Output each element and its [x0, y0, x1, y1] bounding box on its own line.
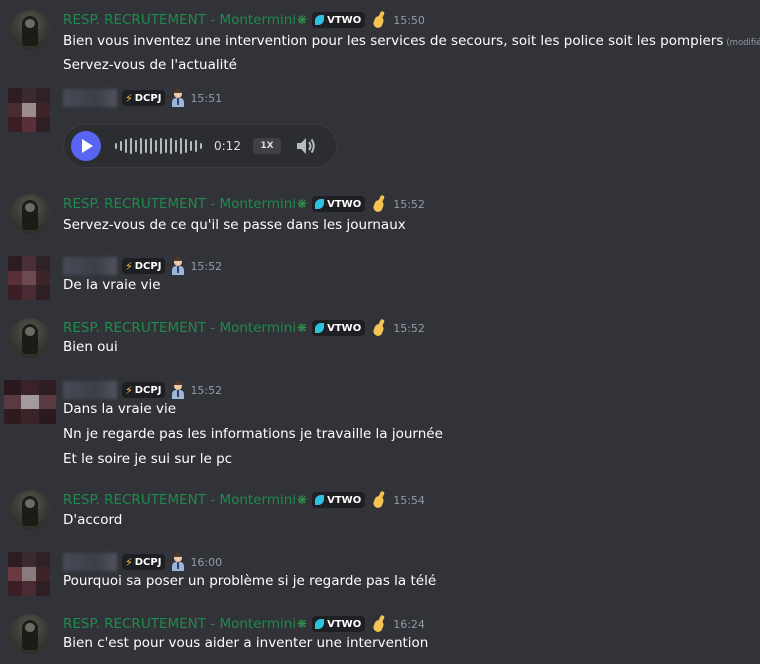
author-name-blurred[interactable] [63, 257, 117, 275]
message-text: Bien c'est pour vous aider a inventer un… [63, 635, 429, 651]
message-header: RESP. RECRUTEMENT - Montermini ❋ VTWO 15… [63, 318, 425, 338]
volume-icon[interactable] [295, 136, 317, 156]
playback-speed-button[interactable]: 1X [252, 138, 281, 154]
avatar[interactable] [8, 88, 50, 132]
vtwo-badge-icon [315, 15, 325, 25]
vtwo-badge-icon [315, 323, 325, 333]
author-name[interactable]: RESP. RECRUTEMENT - Montermini [63, 492, 296, 508]
pinched-hand-emoji-icon [370, 490, 388, 510]
timestamp[interactable]: 15:52 [190, 384, 222, 397]
message-text: Bien oui [63, 339, 118, 355]
businessman-emoji-icon [171, 553, 185, 571]
vtwo-badge-icon [315, 619, 325, 629]
voice-duration: 0:12 [214, 139, 241, 153]
businessman-emoji-icon [171, 257, 185, 275]
timestamp[interactable]: 16:24 [393, 618, 425, 631]
message-header: RESP. RECRUTEMENT - Montermini ❋ VTWO 15… [63, 10, 425, 30]
author-name[interactable]: RESP. RECRUTEMENT - Montermini [63, 616, 296, 632]
lightning-icon: ⚡ [125, 383, 133, 397]
leaf-icon: ❋ [297, 13, 308, 27]
leaf-icon: ❋ [297, 197, 308, 211]
timestamp[interactable]: 15:52 [393, 198, 425, 211]
pinched-hand-emoji-icon [370, 614, 388, 634]
businessman-emoji-icon [171, 89, 185, 107]
timestamp[interactable]: 15:52 [393, 322, 425, 335]
message-header: ⚡ DCPJ 15:51 [63, 88, 222, 108]
vtwo-badge-icon [315, 495, 325, 505]
businessman-emoji-icon [171, 381, 185, 399]
server-tag[interactable]: ⚡ DCPJ [122, 258, 166, 274]
pinched-hand-emoji-icon [370, 194, 388, 214]
lightning-icon: ⚡ [125, 259, 133, 273]
avatar[interactable] [8, 552, 50, 596]
chat-messages: RESP. RECRUTEMENT - Montermini ❋ VTWO 15… [0, 0, 760, 664]
author-name-blurred[interactable] [63, 553, 117, 571]
pinched-hand-emoji-icon [370, 10, 388, 30]
pinched-hand-emoji-icon [370, 318, 388, 338]
avatar[interactable] [10, 318, 50, 358]
message-header: RESP. RECRUTEMENT - Montermini ❋ VTWO 15… [63, 194, 425, 214]
server-tag[interactable]: ⚡ DCPJ [122, 90, 166, 106]
lightning-icon: ⚡ [125, 555, 133, 569]
avatar[interactable] [8, 256, 50, 300]
message-header: ⚡ DCPJ 16:00 [63, 552, 222, 572]
message-header: ⚡ DCPJ 15:52 [63, 256, 222, 276]
timestamp[interactable]: 16:00 [190, 556, 222, 569]
message-text: Dans la vraie vie [63, 401, 177, 417]
author-name[interactable]: RESP. RECRUTEMENT - Montermini [63, 320, 296, 336]
voice-message-player: 0:12 1X [63, 124, 337, 168]
lightning-icon: ⚡ [125, 91, 133, 105]
message-text: De la vraie vie [63, 277, 161, 293]
timestamp[interactable]: 15:50 [393, 14, 425, 27]
edited-label: (modifié) [726, 38, 760, 48]
message-text: Et le soire je sui sur le pc [63, 451, 233, 467]
author-name-blurred[interactable] [63, 381, 117, 399]
avatar[interactable] [10, 614, 50, 654]
message-text: Pourquoi sa poser un problème si je rega… [63, 573, 437, 589]
message-header: ⚡ DCPJ 15:52 [63, 380, 222, 400]
server-tag[interactable]: VTWO [312, 12, 366, 28]
message-text: Servez-vous de ce qu'il se passe dans le… [63, 217, 406, 233]
timestamp[interactable]: 15:52 [190, 260, 222, 273]
server-tag[interactable]: ⚡ DCPJ [122, 382, 166, 398]
message-header: RESP. RECRUTEMENT - Montermini ❋ VTWO 15… [63, 490, 425, 510]
message-text: Bien vous inventez une intervention pour… [63, 32, 760, 52]
message-header: RESP. RECRUTEMENT - Montermini ❋ VTWO 16… [63, 614, 425, 634]
server-tag[interactable]: VTWO [312, 320, 366, 336]
server-tag[interactable]: VTWO [312, 492, 366, 508]
author-name[interactable]: RESP. RECRUTEMENT - Montermini [63, 12, 296, 28]
avatar[interactable] [10, 490, 50, 530]
avatar[interactable] [10, 10, 50, 50]
server-tag[interactable]: ⚡ DCPJ [122, 554, 166, 570]
timestamp[interactable]: 15:51 [190, 92, 222, 105]
author-name[interactable]: RESP. RECRUTEMENT - Montermini [63, 196, 296, 212]
message-text: D'accord [63, 512, 123, 528]
waveform[interactable] [115, 136, 202, 156]
avatar[interactable] [10, 194, 50, 234]
message-text: Nn je regarde pas les informations je tr… [63, 426, 443, 442]
timestamp[interactable]: 15:54 [393, 494, 425, 507]
leaf-icon: ❋ [297, 321, 308, 335]
author-name-blurred[interactable] [63, 89, 117, 107]
play-icon[interactable] [71, 131, 101, 161]
server-tag[interactable]: VTWO [312, 196, 366, 212]
message-text: Servez-vous de l'actualité [63, 57, 237, 73]
server-tag[interactable]: VTWO [312, 616, 366, 632]
vtwo-badge-icon [315, 199, 325, 209]
leaf-icon: ❋ [297, 617, 308, 631]
avatar[interactable] [4, 380, 56, 424]
leaf-icon: ❋ [297, 493, 308, 507]
